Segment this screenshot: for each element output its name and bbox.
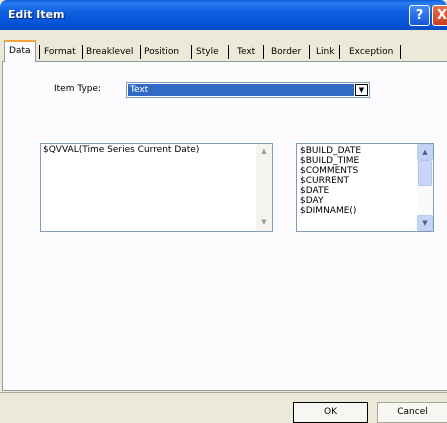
expression-scrollbar[interactable]: ▲ ▼ (256, 144, 272, 231)
tab-separator (339, 45, 340, 59)
tab-text[interactable]: Text (235, 43, 257, 61)
tab-separator (191, 45, 192, 59)
tab-separator (140, 45, 141, 59)
item-type-select[interactable]: Text ▼ (126, 82, 370, 98)
variables-scrollbar[interactable]: ▲ ▼ (417, 144, 433, 231)
tab-separator (228, 45, 229, 59)
item-type-label: Item Type: (54, 84, 102, 94)
tab-format[interactable]: Format (42, 43, 78, 61)
edit-item-dialog: Edit Item ? X Data Format Breaklevel Pos… (0, 0, 447, 423)
tab-separator (82, 45, 83, 59)
close-button[interactable]: X (432, 5, 447, 26)
expression-textarea[interactable]: $QVVAL(Time Series Current Date) ▲ ▼ (40, 143, 273, 232)
variables-listbox[interactable]: $BUILD_DATE $BUILD_TIME $COMMENTS $CURRE… (296, 143, 434, 232)
close-icon: X (436, 8, 447, 23)
help-icon: ? (415, 8, 424, 23)
scroll-up-icon[interactable]: ▲ (256, 144, 272, 160)
tab-separator (400, 45, 401, 59)
list-item[interactable]: $DAY (300, 196, 323, 206)
list-item[interactable]: $DATE (300, 186, 329, 196)
title-bar[interactable]: Edit Item ? X (0, 0, 447, 30)
tab-breaklevel[interactable]: Breaklevel (84, 43, 135, 61)
tab-exception[interactable]: Exception (347, 43, 395, 61)
tab-separator (263, 45, 264, 59)
chevron-down-icon[interactable]: ▼ (355, 84, 368, 96)
tab-position[interactable]: Position (142, 43, 181, 61)
tab-link[interactable]: Link (314, 43, 336, 61)
tab-separator (309, 45, 310, 59)
tab-border[interactable]: Border (269, 43, 303, 61)
scroll-down-icon[interactable]: ▼ (256, 215, 272, 231)
list-item[interactable]: $CURRENT (300, 176, 349, 186)
list-item[interactable]: $DIMNAME() (300, 206, 356, 216)
list-item[interactable]: $BUILD_DATE (300, 146, 361, 156)
tab-style[interactable]: Style (194, 43, 221, 61)
help-button[interactable]: ? (409, 5, 430, 26)
scroll-down-icon[interactable]: ▼ (417, 215, 433, 231)
tab-strip: Data Format Breaklevel Position Style Te… (2, 30, 447, 62)
scroll-up-icon[interactable]: ▲ (417, 144, 433, 160)
item-type-value: Text (128, 84, 354, 96)
tab-data[interactable]: Data (4, 40, 36, 62)
scroll-thumb[interactable] (418, 160, 432, 186)
tab-separator (39, 45, 40, 59)
ok-button[interactable]: OK (293, 402, 368, 423)
button-divider (0, 392, 447, 393)
cancel-button[interactable]: Cancel (377, 402, 447, 423)
list-item[interactable]: $COMMENTS (300, 166, 358, 176)
expression-text: $QVVAL(Time Series Current Date) (43, 145, 200, 155)
window-title: Edit Item (8, 8, 65, 21)
list-item[interactable]: $BUILD_TIME (300, 156, 359, 166)
